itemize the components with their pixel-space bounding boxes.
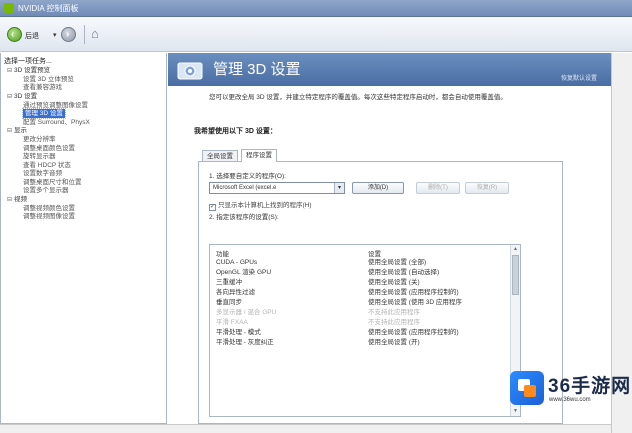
feature-setting[interactable]: 不支持此应用程序 [368, 318, 420, 328]
scroll-up-icon[interactable]: ▲ [512, 246, 519, 253]
settings-row[interactable]: 平滑 FXAA 不支持此应用程序 [210, 318, 510, 328]
settings-row[interactable]: 垂直同步 使用全局设置 (使用 3D 应用程序 [210, 298, 510, 308]
sidebar-category[interactable]: 显示 [7, 126, 27, 135]
settings-row[interactable]: 各向异性过滤 使用全局设置 (应用程序控制的) [210, 288, 510, 298]
3d-settings-icon [177, 62, 203, 80]
feature-setting[interactable]: 使用全局设置 (应用程序控制的) [368, 288, 459, 298]
sidebar-item[interactable]: 配置 Surround、PhysX [23, 118, 90, 127]
watermark-url: www.36wu.com [549, 397, 591, 403]
window-title: NVIDIA 控制面板 [18, 4, 79, 13]
chevron-down-icon[interactable]: ▾ [334, 183, 344, 193]
show-found-programs-label: 只显示本计算机上找到的程序(H) [218, 202, 312, 209]
settings-row[interactable]: CUDA - GPUs 使用全局设置 (全部) [210, 258, 510, 268]
show-found-programs-checkbox[interactable]: ✓ 只显示本计算机上找到的程序(H) [209, 199, 312, 211]
feature-setting[interactable]: 使用全局设置 (自动选择) [368, 268, 439, 278]
forward-arrow-icon: › [66, 29, 70, 40]
settings-grid: 功能 设置 CUDA - GPUs 使用全局设置 (全部) OpenGL 渲染 GP… [209, 244, 521, 417]
back-arrow-icon: ‹ [11, 29, 15, 40]
nvidia-app-icon [4, 3, 14, 13]
feature-name: OpenGL 渲染 GPU [216, 269, 272, 276]
settings-row[interactable]: 平滑处理 - 模式 使用全局设置 (应用程序控制的) [210, 328, 510, 338]
sidebar-category[interactable]: 3D 设置 [7, 92, 37, 101]
back-button[interactable]: ‹ [7, 27, 22, 42]
status-bar [0, 424, 611, 433]
site-watermark: 36手游网 www.36wu.com [506, 367, 632, 415]
back-label[interactable]: 后退 [25, 31, 39, 41]
feature-name: CUDA - GPUs [216, 259, 258, 266]
column-header-setting: 设置 [368, 251, 381, 258]
feature-name: 平滑 FXAA [216, 319, 248, 326]
toolbar: ‹ 后退 ▾ › ⌂ [0, 17, 632, 52]
sidebar-item[interactable]: 设置多个显示器 [23, 186, 69, 195]
program-select[interactable]: Microsoft Excel (excel.e ▾ [209, 182, 345, 194]
feature-name: 垂直同步 [216, 299, 242, 306]
add-program-button[interactable]: 添加(D) [352, 182, 404, 194]
feature-setting[interactable]: 使用全局设置 (应用程序控制的) [368, 328, 459, 338]
tab-program-settings[interactable]: 程序设置 [241, 149, 277, 162]
feature-name: 平滑处理 - 灰度纠正 [216, 339, 274, 346]
forward-button[interactable]: › [61, 27, 76, 42]
restore-defaults-link[interactable]: 恢复默认设置 [561, 73, 597, 82]
checkbox-checked-icon: ✓ [209, 204, 216, 211]
program-select-value: Microsoft Excel (excel.e [213, 185, 277, 191]
page-title: 管理 3D 设置 [213, 61, 301, 78]
scroll-thumb[interactable] [512, 255, 519, 295]
history-dropdown-icon[interactable]: ▾ [53, 31, 57, 39]
remove-program-button[interactable]: 删除(T) [416, 182, 460, 194]
feature-setting[interactable]: 使用全局设置 (开) [368, 338, 420, 348]
feature-name: 各向异性过滤 [216, 289, 255, 296]
step1-label: 1. 选择要自定义的程序(O): [209, 173, 286, 180]
feature-name: 平滑处理 - 模式 [216, 329, 261, 336]
restore-program-button[interactable]: 恢复(R) [465, 182, 509, 194]
feature-name: 多显示器 / 混合 GPU [216, 309, 277, 316]
settings-row[interactable]: OpenGL 渲染 GPU 使用全局设置 (自动选择) [210, 268, 510, 278]
settings-row[interactable]: 三重缓冲 使用全局设置 (关) [210, 278, 510, 288]
settings-subheading: 我希望使用以下 3D 设置： [194, 128, 277, 135]
feature-setting[interactable]: 使用全局设置 (使用 3D 应用程序 [368, 298, 462, 308]
task-sidebar: 选择一项任务... 3D 设置预览设置 3D 立体预览查看兼容游戏3D 设置通过… [0, 53, 167, 424]
step2-label: 2. 指定该程序的设置(S): [209, 214, 279, 221]
feature-setting[interactable]: 使用全局设置 (关) [368, 278, 420, 288]
page-description: 您可以更改全局 3D 设置，并建立特定程序的覆盖值。每次这些特定程序启动时，都会… [209, 94, 507, 101]
sidebar-item[interactable]: 调整视频图像设置 [23, 212, 75, 221]
column-header-feature: 功能 [216, 251, 229, 258]
settings-row[interactable]: 平滑处理 - 灰度纠正 使用全局设置 (开) [210, 338, 510, 348]
watermark-brand: 36手游网 [548, 376, 632, 397]
toolbar-divider [84, 25, 85, 44]
home-icon[interactable]: ⌂ [91, 26, 107, 43]
settings-row[interactable]: 多显示器 / 混合 GPU 不支持此应用程序 [210, 308, 510, 318]
feature-setting[interactable]: 使用全局设置 (全部) [368, 258, 426, 268]
sidebar-header: 选择一项任务... [4, 58, 52, 65]
window-titlebar: NVIDIA 控制面板 [0, 0, 632, 17]
feature-setting[interactable]: 不支持此应用程序 [368, 308, 420, 318]
feature-name: 三重缓冲 [216, 279, 242, 286]
site-logo-icon [510, 371, 544, 405]
sidebar-category[interactable]: 视频 [7, 195, 27, 204]
page-banner: 管理 3D 设置 恢复默认设置 [168, 53, 611, 86]
